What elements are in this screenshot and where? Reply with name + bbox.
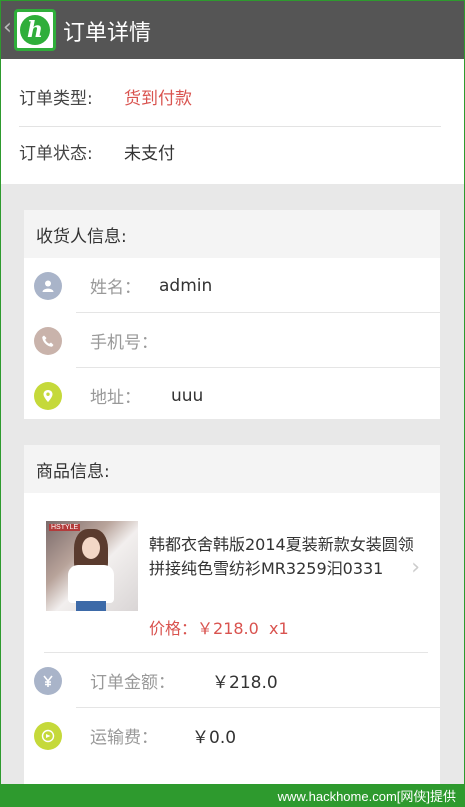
receiver-card: 收货人信息: 姓名： admin 手机号： 地址： uuu: [24, 210, 440, 419]
shipping-icon: [34, 721, 62, 750]
address-value: uuu: [171, 385, 204, 406]
product-title: 韩都衣舍韩版2014夏装新款女装圆领拼接纯色雪纺衫MR3259汩0331: [149, 535, 414, 578]
shipping-fee-row: 运输费： ￥0.0: [24, 708, 440, 763]
order-status-row: 订单状态: 未支付: [19, 121, 444, 181]
product-thumbnail: HSTYLE: [46, 521, 138, 611]
thumb-brand-tag: HSTYLE: [49, 524, 81, 531]
order-amount-row: 订单金额： ￥218.0: [24, 653, 440, 708]
chevron-left-icon[interactable]: ‹: [3, 15, 12, 40]
quantity-value: x1: [269, 619, 289, 638]
app-logo[interactable]: h: [14, 9, 56, 51]
receiver-section-title: 收货人信息:: [24, 210, 440, 258]
shipping-fee-value: ￥0.0: [192, 728, 237, 748]
watermark-footer: www.hackhome.com[网侠]提供: [1, 784, 464, 806]
shipping-fee-label: 运输费：: [90, 728, 158, 748]
footer-text: www.hackhome.com[网侠]提供: [277, 788, 456, 804]
yen-icon: [34, 666, 62, 695]
phone-icon: [34, 326, 62, 355]
receiver-phone-row: 手机号：: [24, 313, 440, 368]
person-icon: [34, 271, 62, 300]
phone-label: 手机号：: [90, 333, 158, 353]
location-pin-icon: [34, 381, 62, 410]
order-amount-label: 订单金额：: [90, 673, 175, 693]
goods-section-title: 商品信息:: [24, 445, 440, 493]
product-item[interactable]: HSTYLE 韩都衣舍韩版2014夏装新款女装圆领拼接纯色雪纺衫MR3259汩0…: [24, 493, 440, 653]
goods-card: 商品信息: HSTYLE 韩都衣舍韩版2014夏装新款女装圆领拼接纯色雪纺衫MR…: [24, 445, 440, 790]
name-label: 姓名：: [90, 278, 141, 298]
order-status-label: 订单状态:: [19, 143, 93, 164]
order-status-value: 未支付: [124, 143, 175, 164]
order-type-row: 订单类型: 货到付款: [19, 67, 441, 127]
order-amount-value: ￥218.0: [212, 673, 278, 693]
product-price-line: 价格：￥218.0 x1: [149, 615, 289, 639]
order-info: 订单类型: 货到付款 订单状态: 未支付: [1, 59, 464, 184]
address-label: 地址：: [90, 388, 141, 408]
receiver-name-row: 姓名： admin: [24, 258, 440, 313]
logo-letter: h: [20, 15, 50, 45]
name-value: admin: [159, 275, 213, 296]
page-title: 订单详情: [63, 21, 152, 46]
price-value: ￥218.0: [197, 619, 259, 638]
chevron-right-icon: ›: [411, 555, 420, 580]
receiver-address-row: 地址： uuu: [24, 368, 440, 423]
top-bar: ‹ h 订单详情: [1, 1, 464, 59]
order-type-value: 货到付款: [124, 89, 192, 109]
order-type-label: 订单类型:: [19, 89, 93, 109]
price-label: 价格：: [149, 619, 198, 638]
